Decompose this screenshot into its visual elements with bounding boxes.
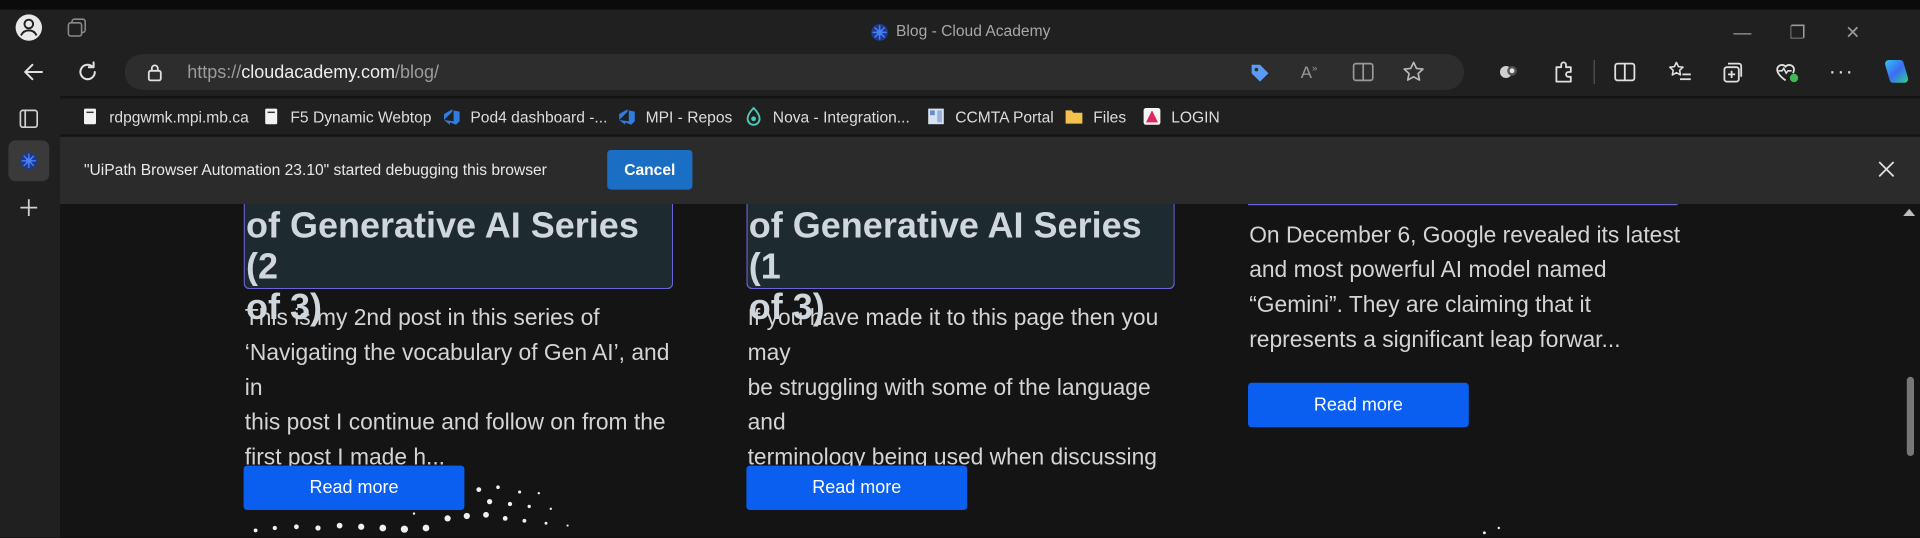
debugging-infobar: "UiPath Browser Automation 23.10" starte… [60, 136, 1920, 205]
refresh-icon[interactable] [76, 60, 100, 84]
url-path: /blog/ [394, 62, 440, 83]
folder-icon [1065, 110, 1083, 124]
cancel-debugging-button[interactable]: Cancel [607, 150, 693, 190]
post-title-box[interactable]: of Generative AI Series (2 of 3) [243, 204, 674, 328]
favorites-list-icon[interactable] [1668, 60, 1692, 84]
immersive-reader-icon[interactable] [1351, 61, 1375, 83]
bookmark-label: Pod4 dashboard -... [470, 107, 608, 126]
bookmark-label: MPI - Repos [645, 107, 733, 126]
page-icon [84, 108, 96, 125]
bookmark-login[interactable]: LOGIN [1142, 103, 1220, 129]
window-title-text: Blog - Cloud Academy [896, 21, 1051, 40]
active-tab-cloud-academy[interactable] [8, 140, 50, 182]
bookmark-label: CCMTA Portal [955, 107, 1054, 126]
back-icon[interactable] [22, 60, 46, 84]
title-bar: Blog - Cloud Academy — ❐ ✕ [0, 0, 1920, 56]
close-infobar-icon[interactable] [1874, 157, 1898, 181]
vertical-tab-panel [0, 96, 61, 538]
post-title-line: of Generative AI Series (2 [246, 206, 639, 287]
tab-actions-icon[interactable] [18, 108, 40, 130]
address-bar[interactable]: https://cloudacademy.com/blog/ A» [124, 54, 1464, 90]
url-text[interactable]: https://cloudacademy.com/blog/ [187, 62, 439, 82]
scroll-thumb[interactable] [1906, 376, 1915, 457]
blog-content: of Generative AI Series (2 of 3) This is… [63, 204, 1900, 538]
favorites-bar: rdpgwmk.mpi.mb.ca F5 Dynamic Webtop Pod4… [60, 98, 1920, 135]
minimize-button[interactable]: — [1730, 22, 1754, 46]
restore-button[interactable]: ❐ [1786, 22, 1810, 46]
bookmark-mpi-repos[interactable]: MPI - Repos [617, 103, 733, 129]
page-scrollbar[interactable] [1899, 204, 1920, 538]
page-icon [265, 108, 278, 125]
read-more-button[interactable]: Read more [746, 465, 968, 511]
lock-icon[interactable] [146, 62, 163, 82]
close-window-button[interactable]: ✕ [1841, 22, 1865, 46]
post-title-box-edge [1248, 204, 1678, 206]
favorite-star-icon[interactable] [1402, 60, 1426, 84]
bookmark-ccmta-portal[interactable]: CCMTA Portal [926, 103, 1054, 129]
coupon-tag-icon[interactable] [1248, 61, 1272, 85]
copilot-icon[interactable] [1879, 56, 1910, 87]
bookmark-f5-dynamic-webtop[interactable]: F5 Dynamic Webtop [262, 103, 432, 129]
toolbar-divider [1593, 60, 1595, 84]
bookmark-files[interactable]: Files [1064, 103, 1126, 129]
bookmark-nova-integration[interactable]: Nova - Integration... [744, 103, 910, 129]
portal-icon [928, 108, 944, 125]
infobar-message: "UiPath Browser Automation 23.10" starte… [84, 160, 547, 179]
cloud-academy-favicon-icon [870, 22, 889, 41]
bookmark-label: Files [1093, 107, 1127, 126]
extension-ball-icon[interactable] [1498, 61, 1520, 83]
post-excerpt: This is my 2nd post in this series of ‘N… [244, 306, 670, 471]
bookmark-rdpgwmk[interactable]: rdpgwmk.mpi.mb.ca [80, 103, 249, 129]
post-title-line: of Generative AI Series (1 [748, 206, 1142, 287]
read-more-button[interactable]: Read more [1248, 382, 1469, 428]
bookmark-label: F5 Dynamic Webtop [290, 107, 432, 126]
split-screen-icon[interactable] [1613, 60, 1637, 84]
azure-devops-icon [619, 109, 635, 125]
decorative-dots [244, 478, 604, 538]
settings-more-icon[interactable]: ··· [1829, 59, 1854, 84]
collections-icon[interactable] [1721, 60, 1745, 84]
nova-icon [746, 106, 761, 126]
extensions-puzzle-icon[interactable] [1552, 60, 1576, 84]
window-title: Blog - Cloud Academy [0, 22, 1920, 42]
post-title-box[interactable]: of Generative AI Series (1 of 3) [746, 204, 1175, 328]
new-tab-plus-icon[interactable] [18, 197, 40, 219]
azure-devops-icon [444, 109, 460, 125]
cloud-academy-tab-icon [19, 151, 38, 170]
bookmark-pod4-dashboard[interactable]: Pod4 dashboard -... [442, 103, 608, 129]
browser-essentials-icon[interactable] [1774, 60, 1800, 84]
bookmark-label: LOGIN [1171, 107, 1220, 126]
address-toolbar: https://cloudacademy.com/blog/ A» ··· [0, 48, 1920, 96]
decorative-dots [1480, 518, 1516, 537]
read-aloud-icon[interactable]: A» [1301, 62, 1318, 81]
post-excerpt: On December 6, Google revealed its lates… [1249, 223, 1681, 353]
login-icon [1143, 108, 1161, 125]
url-domain: cloudacademy.com [241, 62, 395, 83]
bookmark-label: Nova - Integration... [772, 107, 910, 126]
url-scheme: https:// [187, 62, 242, 83]
bookmark-label: rdpgwmk.mpi.mb.ca [109, 107, 249, 126]
scroll-up-arrow-icon[interactable] [1903, 208, 1916, 217]
